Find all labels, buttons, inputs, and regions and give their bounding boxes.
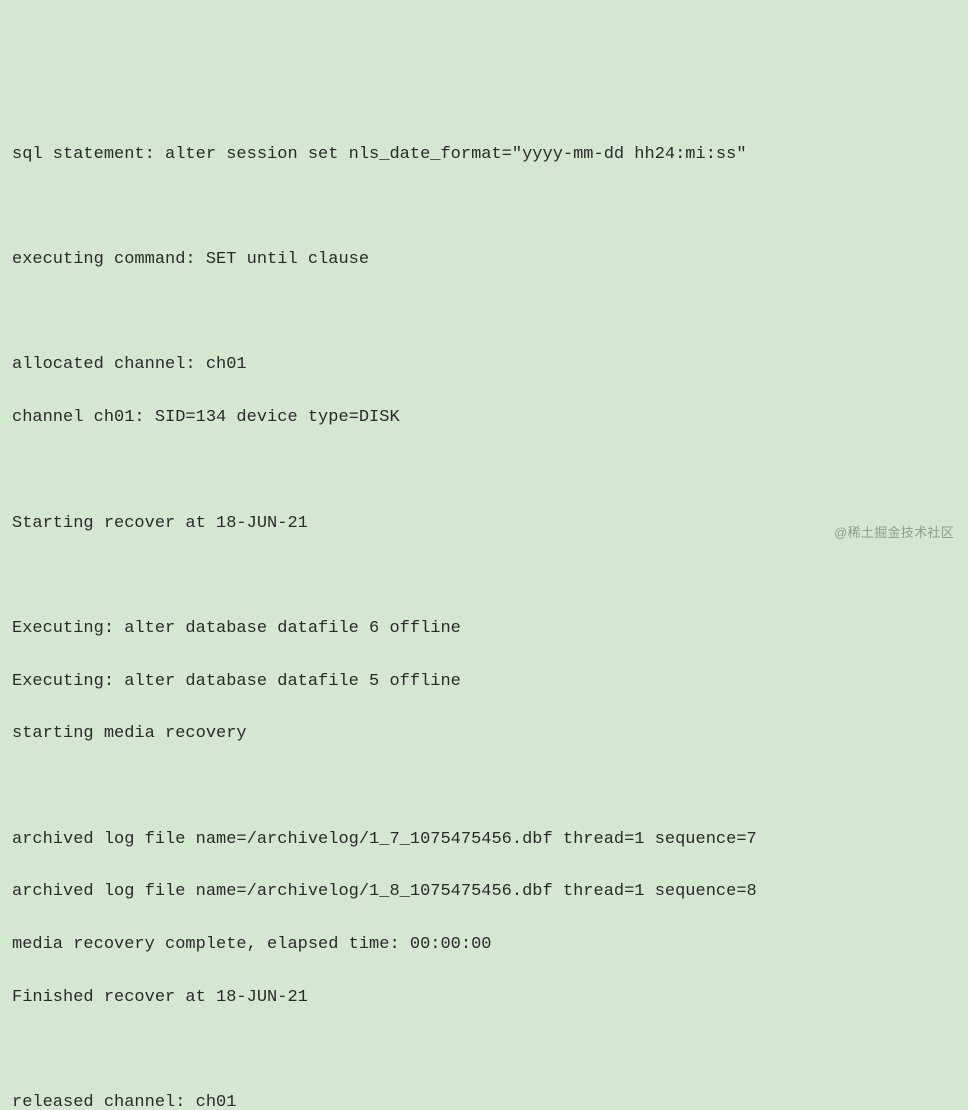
- terminal-line: released channel: ch01: [12, 1090, 956, 1110]
- terminal-line: media recovery complete, elapsed time: 0…: [12, 932, 956, 958]
- terminal-line: [12, 300, 956, 326]
- terminal-line: executing command: SET until clause: [12, 247, 956, 273]
- terminal-line: channel ch01: SID=134 device type=DISK: [12, 405, 956, 431]
- terminal-line: [12, 1037, 956, 1063]
- terminal-line: Starting recover at 18-JUN-21: [12, 511, 956, 537]
- terminal-line: [12, 458, 956, 484]
- terminal-line: Executing: alter database datafile 5 off…: [12, 669, 956, 695]
- terminal-line: Executing: alter database datafile 6 off…: [12, 616, 956, 642]
- terminal-line: [12, 194, 956, 220]
- watermark-text: @稀土掘金技术社区: [834, 523, 954, 543]
- terminal-line: Finished recover at 18-JUN-21: [12, 985, 956, 1011]
- terminal-line: [12, 774, 956, 800]
- terminal-line: sql statement: alter session set nls_dat…: [12, 142, 956, 168]
- terminal-line: allocated channel: ch01: [12, 352, 956, 378]
- terminal-line: starting media recovery: [12, 721, 956, 747]
- terminal-output: sql statement: alter session set nls_dat…: [12, 115, 956, 1110]
- terminal-line: [12, 563, 956, 589]
- terminal-line: archived log file name=/archivelog/1_8_1…: [12, 879, 956, 905]
- terminal-line: archived log file name=/archivelog/1_7_1…: [12, 827, 956, 853]
